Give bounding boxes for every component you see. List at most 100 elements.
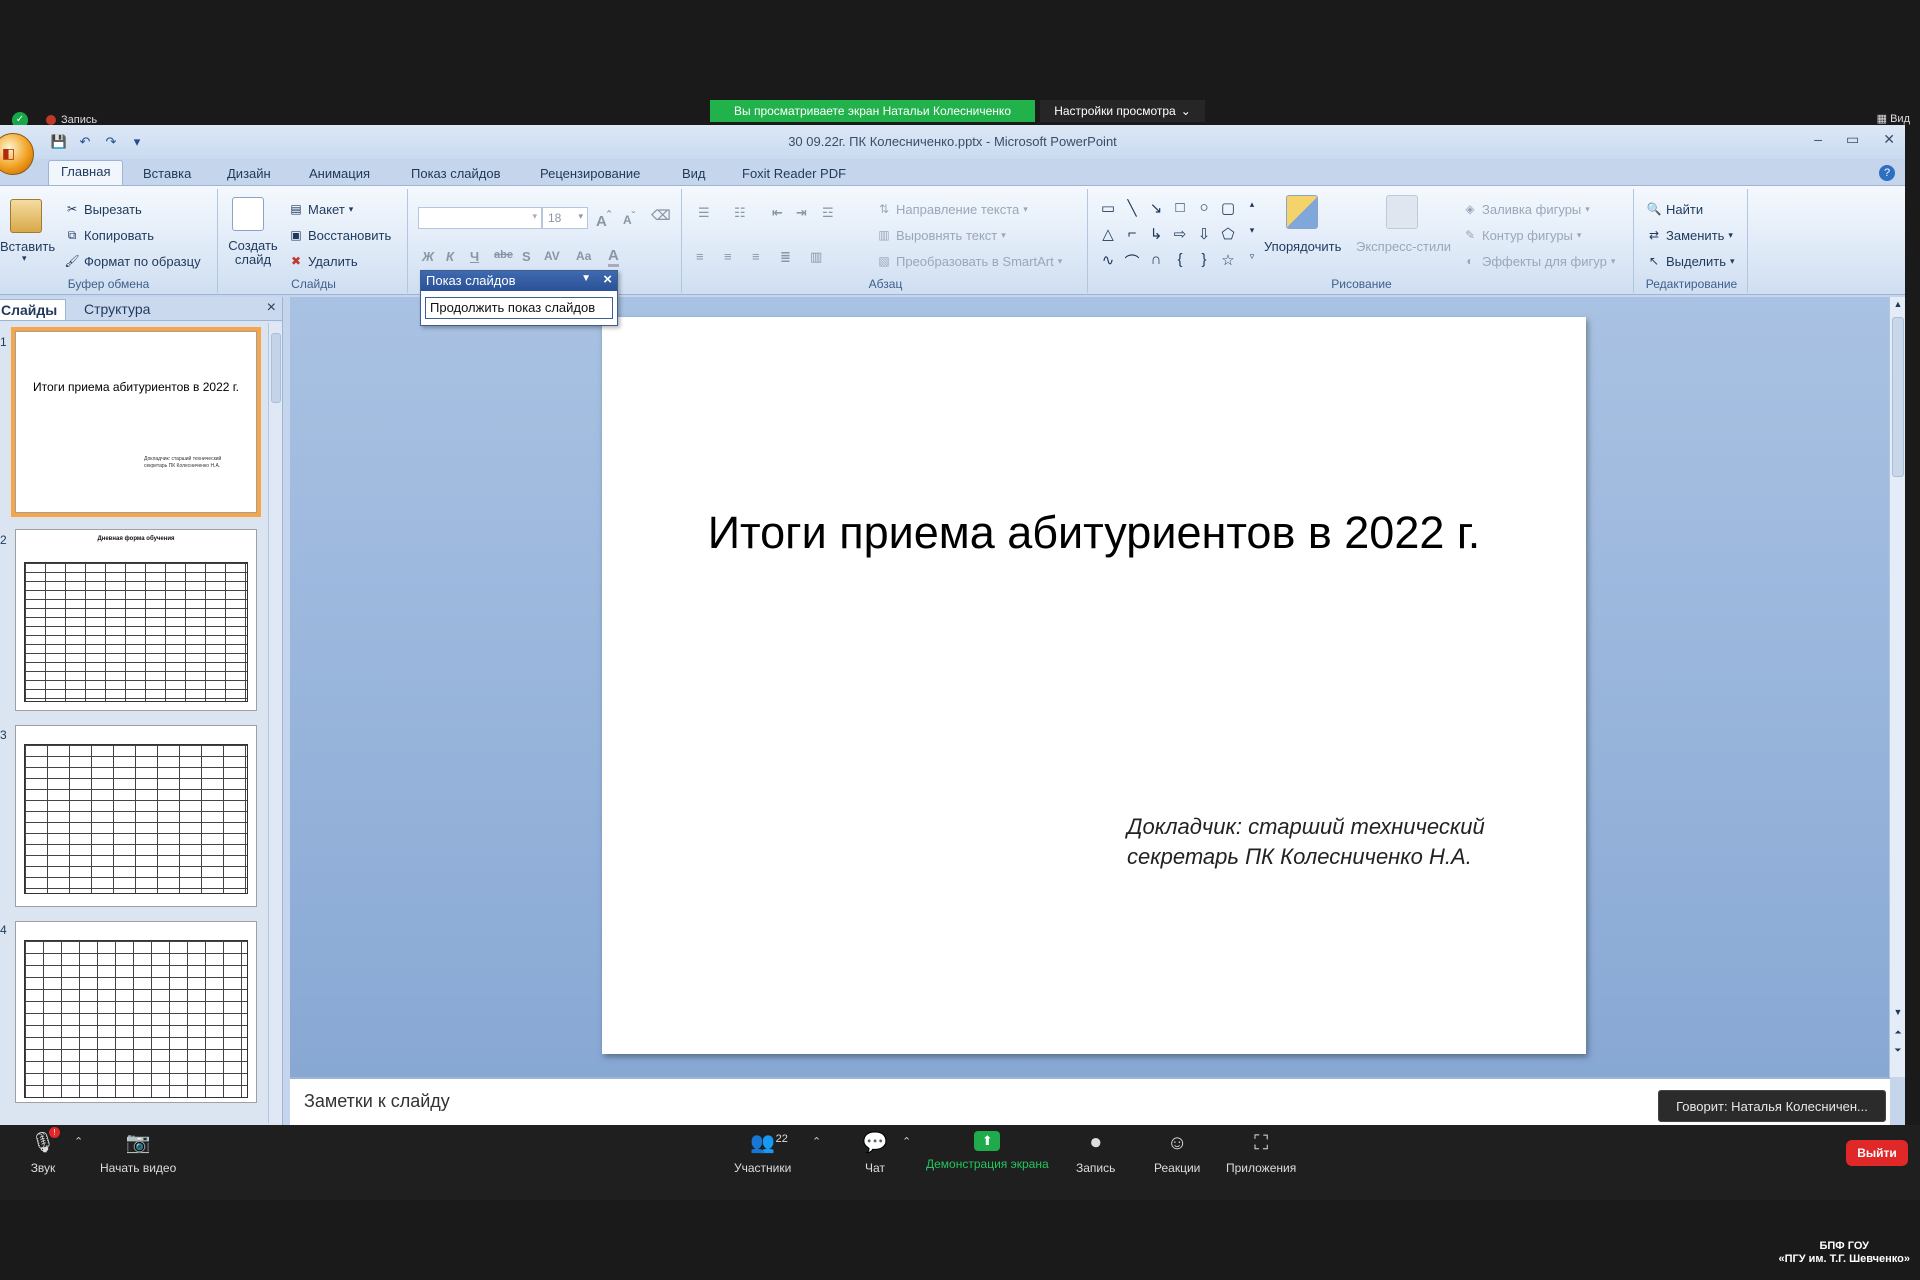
arrange-icon[interactable] xyxy=(1286,195,1318,229)
align-right-icon[interactable]: ≡ xyxy=(752,249,760,264)
tab-insert[interactable]: Вставка xyxy=(131,163,203,184)
reactions-button[interactable]: ☺ Реакции xyxy=(1154,1131,1200,1175)
justify-icon[interactable]: ≣ xyxy=(780,249,791,265)
quick-styles-button[interactable]: Экспресс-стили xyxy=(1356,239,1451,254)
slide-thumbnail[interactable]: Итоги приема абитуриентов в 2022 г. Докл… xyxy=(11,327,261,517)
bold-icon[interactable]: Ж xyxy=(422,249,434,264)
notes-placeholder[interactable]: Заметки к слайду xyxy=(304,1091,450,1112)
elbow-arrow-icon[interactable]: ↳ xyxy=(1144,225,1168,251)
scroll-up-icon[interactable]: ▲ xyxy=(1890,299,1905,309)
participants-button[interactable]: 👥 22 Участники xyxy=(734,1131,791,1175)
continue-slideshow-item[interactable]: Продолжить показ слайдов xyxy=(425,297,613,319)
scroll-thumb[interactable] xyxy=(271,333,281,403)
audio-options-caret[interactable]: ⌃ xyxy=(74,1135,83,1148)
layout-button[interactable]: ▤ Макет ▾ xyxy=(288,201,353,217)
font-size-input[interactable]: 18 ▾ xyxy=(542,207,588,229)
slide-thumbnail[interactable] xyxy=(15,725,257,907)
view-button[interactable]: ▦ Вид xyxy=(1877,112,1910,125)
align-left-icon[interactable]: ≡ xyxy=(696,249,704,264)
tab-review[interactable]: Рецензирование xyxy=(528,163,652,184)
clear-format-icon[interactable]: ⌫ xyxy=(651,207,671,224)
grow-font-icon[interactable]: Aˆ xyxy=(596,209,611,230)
shape-fill-button[interactable]: ◈ Заливка фигуры ▾ xyxy=(1462,201,1589,217)
find-button[interactable]: 🔍 Найти xyxy=(1646,201,1704,217)
tab-animation[interactable]: Анимация xyxy=(297,163,382,184)
quick-styles-icon[interactable] xyxy=(1386,195,1418,229)
font-name-input[interactable]: ▾ xyxy=(418,207,542,229)
shape-outline-button[interactable]: ✎ Контур фигуры ▾ xyxy=(1462,227,1581,243)
slide-thumbnail[interactable] xyxy=(15,921,257,1103)
increase-indent-icon[interactable]: ⇥ xyxy=(796,205,807,221)
participants-options-caret[interactable]: ⌃ xyxy=(812,1135,821,1148)
view-settings-button[interactable]: Настройки просмотра ⌄ xyxy=(1040,100,1205,122)
gallery-more-icon[interactable]: ▿ xyxy=(1240,251,1264,277)
replace-button[interactable]: ⇄ Заменить ▾ xyxy=(1646,227,1733,243)
scroll-up-icon[interactable]: ▴ xyxy=(1240,199,1264,225)
tab-slides[interactable]: Слайды xyxy=(0,299,67,320)
right-arrow-shape-icon[interactable]: ⇨ xyxy=(1168,225,1192,251)
scroll-thumb[interactable] xyxy=(1892,317,1904,477)
scroll-down-icon[interactable]: ▾ xyxy=(1240,225,1264,251)
right-brace-icon[interactable]: } xyxy=(1192,251,1216,277)
new-slide-icon[interactable] xyxy=(232,197,264,231)
rectangle-shape-icon[interactable]: □ xyxy=(1168,199,1192,225)
line-shape-icon[interactable]: ╲ xyxy=(1120,199,1144,225)
next-slide-icon[interactable]: ⏷ xyxy=(1890,1045,1905,1056)
tab-outline[interactable]: Структура xyxy=(76,299,158,319)
arrow-shape-icon[interactable]: ↘ xyxy=(1144,199,1168,225)
star-shape-icon[interactable]: ☆ xyxy=(1216,251,1240,277)
arc-shape-icon[interactable]: ⌒ xyxy=(1120,251,1144,277)
numbering-icon[interactable]: ☷ xyxy=(734,205,746,221)
italic-icon[interactable]: К xyxy=(446,249,454,264)
freeform-shape-icon[interactable]: ∿ xyxy=(1096,251,1120,277)
shrink-font-icon[interactable]: Aˇ xyxy=(623,211,635,227)
change-case-icon[interactable]: Aa xyxy=(576,249,591,263)
triangle-shape-icon[interactable]: △ xyxy=(1096,225,1120,251)
text-direction-button[interactable]: ⇅ Направление текста ▾ xyxy=(876,201,1028,217)
select-button[interactable]: ↖ Выделить ▾ xyxy=(1646,253,1735,269)
chat-button[interactable]: 💬 Чат xyxy=(862,1131,888,1175)
underline-icon[interactable]: Ч xyxy=(470,249,479,264)
decrease-indent-icon[interactable]: ⇤ xyxy=(772,205,783,221)
paste-icon[interactable] xyxy=(10,199,42,233)
curve-shape-icon[interactable]: ∩ xyxy=(1144,251,1168,277)
slide-thumbnail[interactable]: Дневная форма обучения xyxy=(15,529,257,711)
apps-button[interactable]: ⛶ Приложения xyxy=(1226,1131,1296,1175)
columns-icon[interactable]: ▥ xyxy=(810,249,822,265)
tab-home[interactable]: Главная xyxy=(48,160,124,186)
strikethrough-icon[interactable]: abe xyxy=(494,249,513,261)
maximize-icon[interactable]: ▭ xyxy=(1846,131,1859,148)
previous-slide-icon[interactable]: ⏶ xyxy=(1890,1027,1905,1038)
slide-scrollbar[interactable]: ▲ ▼ ⏶ ⏷ xyxy=(1889,297,1905,1077)
arrange-button[interactable]: Упорядочить xyxy=(1264,239,1341,254)
slide-title[interactable]: Итоги приема абитуриентов в 2022 г. xyxy=(602,507,1586,559)
audio-button[interactable]: 🎙! Звук xyxy=(30,1127,60,1175)
close-icon[interactable]: × xyxy=(267,299,276,317)
copy-button[interactable]: ⧉ Копировать xyxy=(64,227,154,243)
smartart-button[interactable]: ▧ Преобразовать в SmartArt ▾ xyxy=(876,253,1062,269)
help-icon[interactable]: ? xyxy=(1879,165,1895,181)
panel-scrollbar[interactable] xyxy=(268,323,282,1123)
cut-button[interactable]: ✂ Вырезать xyxy=(64,201,142,217)
textbox-shape-icon[interactable]: ▭ xyxy=(1096,199,1120,225)
scroll-down-icon[interactable]: ▼ xyxy=(1890,1007,1905,1017)
record-button[interactable]: ⏺ Запись xyxy=(1076,1131,1115,1175)
bullets-icon[interactable]: ☰ xyxy=(698,205,710,221)
delete-slide-button[interactable]: ✖ Удалить xyxy=(288,253,358,269)
dropdown-icon[interactable]: ▼ xyxy=(581,273,591,284)
line-spacing-icon[interactable]: ☲ xyxy=(822,205,834,221)
shapes-gallery[interactable]: ▭ ╲ ↘ □ ○ ▢ ▴ △ ⌐ ↳ ⇨ ⇩ ⬠ ▾ ∿ ⌒ ∩{} ☆ ▿ xyxy=(1096,199,1264,277)
shape-effects-button[interactable]: ◐ Эффекты для фигур ▾ xyxy=(1462,253,1615,269)
new-slide-button[interactable]: Создать слайд xyxy=(228,239,278,267)
paste-dropdown-icon[interactable]: ▾ xyxy=(22,253,27,264)
tab-slideshow[interactable]: Показ слайдов xyxy=(399,163,513,184)
share-screen-button[interactable]: ⬆ Демонстрация экрана xyxy=(926,1131,1049,1171)
shadow-icon[interactable]: S xyxy=(522,249,531,264)
tab-design[interactable]: Дизайн xyxy=(215,163,283,184)
down-arrow-shape-icon[interactable]: ⇩ xyxy=(1192,225,1216,251)
tab-foxit[interactable]: Foxit Reader PDF xyxy=(730,163,858,184)
minimize-icon[interactable]: – xyxy=(1814,131,1822,148)
left-brace-icon[interactable]: { xyxy=(1168,251,1192,277)
pentagon-shape-icon[interactable]: ⬠ xyxy=(1216,225,1240,251)
rounded-rect-shape-icon[interactable]: ▢ xyxy=(1216,199,1240,225)
